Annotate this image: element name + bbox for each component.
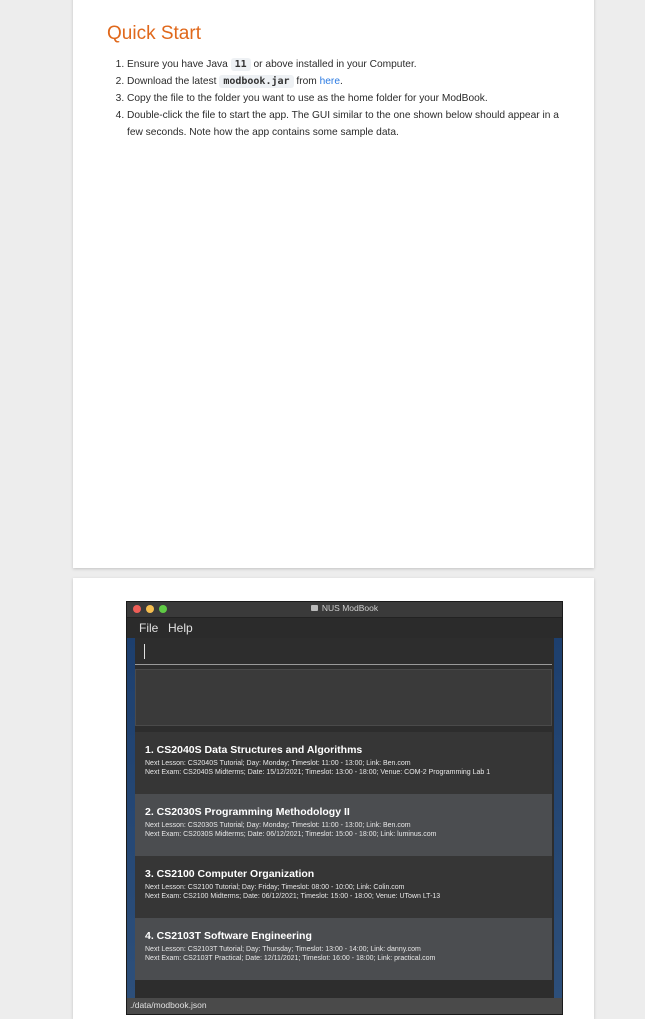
module-card[interactable]: 1. CS2040S Data Structures and Algorithm…	[135, 732, 552, 794]
module-card[interactable]: 3. CS2100 Computer Organization Next Les…	[135, 856, 552, 918]
module-name: 2. CS2030S Programming Methodology II	[145, 806, 350, 818]
module-name: 1. CS2040S Data Structures and Algorithm…	[145, 744, 363, 756]
module-name: 3. CS2100 Computer Organization	[145, 868, 315, 880]
module-next-exam: Next Exam: CS2030S Midterms; Date: 06/12…	[145, 831, 437, 838]
step-4: Double-click the file to start the app. …	[127, 107, 567, 141]
download-link[interactable]: here	[320, 76, 340, 87]
java-version-code: 11	[230, 58, 251, 71]
app-window-screenshot: NUS ModBook File Help 1. CS2040S Data St…	[126, 601, 563, 1015]
status-file-path: ./data/modbook.json	[130, 1000, 207, 1010]
screenshot-page: NUS ModBook File Help 1. CS2040S Data St…	[73, 578, 594, 1019]
module-next-exam: Next Exam: CS2040S Midterms; Date: 15/12…	[145, 769, 491, 776]
menu-help[interactable]: Help	[168, 621, 193, 635]
step-3: Copy the file to the folder you want to …	[127, 90, 567, 107]
status-bar: ./data/modbook.json	[127, 998, 562, 1014]
background-left	[127, 638, 135, 998]
module-next-exam: Next Exam: CS2100 Midterms; Date: 06/12/…	[145, 893, 441, 900]
module-next-lesson: Next Lesson: CS2103T Tutorial; Day: Thur…	[145, 946, 421, 953]
module-list[interactable]: 1. CS2040S Data Structures and Algorithm…	[135, 732, 552, 984]
quick-start-steps: Ensure you have Java 11 or above install…	[107, 56, 567, 141]
quick-start-page: Quick Start Ensure you have Java 11 or a…	[73, 0, 594, 568]
quick-start-heading: Quick Start	[107, 23, 201, 44]
menu-file[interactable]: File	[139, 621, 158, 635]
module-next-lesson: Next Lesson: CS2100 Tutorial; Day: Frida…	[145, 884, 405, 891]
step-1: Ensure you have Java 11 or above install…	[127, 56, 567, 73]
module-card[interactable]: 2. CS2030S Programming Methodology II Ne…	[135, 794, 552, 856]
module-card[interactable]: 4. CS2103T Software Engineering Next Les…	[135, 918, 552, 980]
text-caret	[144, 644, 145, 659]
module-next-exam: Next Exam: CS2103T Practical; Date: 12/1…	[145, 955, 436, 962]
module-name: 4. CS2103T Software Engineering	[145, 930, 312, 942]
result-display	[135, 669, 552, 726]
module-next-lesson: Next Lesson: CS2030S Tutorial; Day: Mond…	[145, 822, 411, 829]
command-input[interactable]	[135, 639, 552, 665]
menu-bar: File Help	[127, 618, 562, 638]
step-2: Download the latest modbook.jar from her…	[127, 73, 567, 90]
app-icon	[310, 605, 318, 611]
jar-file-code: modbook.jar	[219, 75, 294, 88]
title-bar: NUS ModBook	[127, 602, 562, 618]
background-right	[554, 638, 562, 998]
module-next-lesson: Next Lesson: CS2040S Tutorial; Day: Mond…	[145, 760, 411, 767]
window-title: NUS ModBook	[127, 603, 562, 613]
